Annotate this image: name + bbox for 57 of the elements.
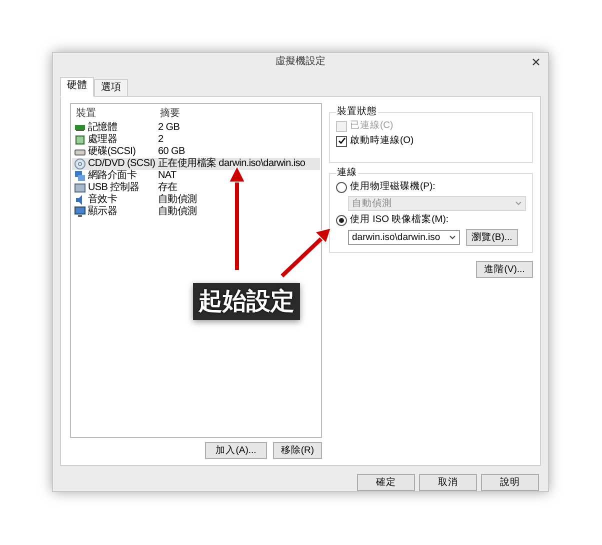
advanced-button[interactable]: 進階(V)... [476,261,533,278]
device-row[interactable]: USB 控制器 存在 [72,182,320,194]
window-title: 虛擬機設定 [276,56,326,68]
disc-icon [74,158,86,170]
usb-icon [74,182,86,194]
device-name: 記憶體 [88,122,118,134]
device-name: 處理器 [88,134,118,146]
device-summary: 自動偵測 [158,194,197,206]
network-icon [74,170,86,182]
ok-button[interactable]: 確定 [357,474,415,491]
device-row[interactable]: 顯示器 自動偵測 [72,206,320,218]
checkbox-label: 啟動時連線(O) [350,135,414,147]
chevron-down-icon [515,201,522,206]
device-summary: 存在 [158,182,178,194]
browse-button[interactable]: 瀏覽(B)... [466,229,518,246]
tab[interactable]: 硬體 [60,77,94,97]
column-header: 摘要 [159,108,180,120]
group-title: 連線 [336,167,358,179]
memory-icon [74,122,86,134]
chip-icon [74,134,86,146]
tab[interactable]: 選項 [94,79,128,97]
device-name: CD/DVD (SCSI) [88,158,156,170]
device-name: 音效卡 [88,194,118,206]
annotation-label: 起始設定 [193,283,300,320]
device-row[interactable]: 硬碟(SCSI) 60 GB [72,146,320,158]
device-row[interactable]: 網路介面卡 NAT [72,170,320,182]
device-row[interactable]: 記憶體 2 GB [72,122,320,134]
close-icon[interactable] [532,58,540,66]
remove-button[interactable]: 移除(R) [273,442,322,459]
cancel-button[interactable]: 取消 [419,474,477,491]
iso-path-field[interactable]: darwin.iso\darwin.iso [348,230,460,245]
group-title: 裝置狀態 [336,106,378,118]
device-name: 網路介面卡 [88,170,137,182]
device-row[interactable]: CD/DVD (SCSI) 正在使用檔案 darwin.iso\darwin.iso [72,158,320,170]
monitor-icon [74,206,86,218]
device-name: 顯示器 [88,206,118,218]
device-name: 硬碟(SCSI) [88,146,136,158]
device-summary: NAT [158,170,176,182]
device-summary: 2 [158,134,164,146]
column-header: 裝置 [75,108,96,120]
device-row[interactable]: 音效卡 自動偵測 [72,194,320,206]
radio-button[interactable] [336,214,347,226]
device-summary: 自動偵測 [158,206,197,218]
radio-label: 使用 ISO 映像檔案(M): [350,214,449,226]
device-summary: 正在使用檔案 darwin.iso\darwin.iso [158,158,306,170]
checkbox[interactable] [336,136,347,146]
chevron-down-icon [449,235,456,240]
checkbox-label: 已連線(C) [350,120,394,132]
device-row[interactable]: 處理器 2 [72,134,320,146]
help-button[interactable]: 說明 [481,474,539,491]
radio-button[interactable] [336,182,347,192]
radio-label: 使用物理磁碟機(P): [350,181,436,193]
diagonal-arrow [280,227,332,278]
device-name: USB 控制器 [88,182,140,194]
device-summary: 60 GB [158,146,185,158]
device-summary: 2 GB [158,122,180,134]
add-button[interactable]: 加入(A)... [205,442,267,459]
